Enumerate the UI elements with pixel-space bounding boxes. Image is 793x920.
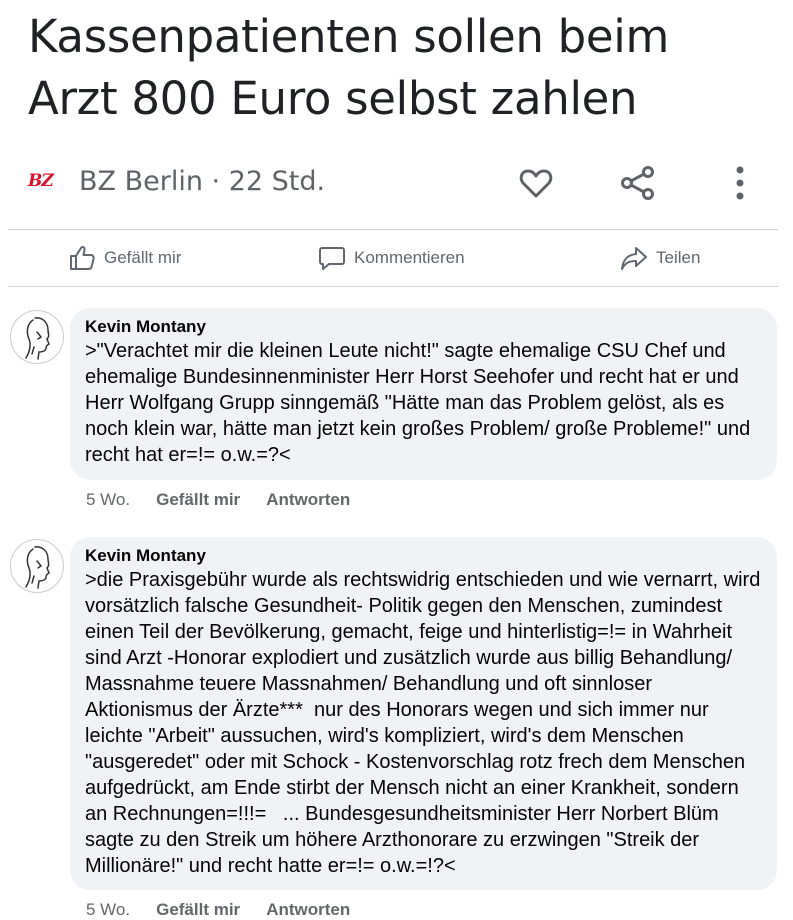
article-source-row: BZ BZ Berlin · 22 Std. (28, 163, 768, 205)
divider-bottom (8, 286, 778, 287)
comment-meta: 5 Wo. Gefällt mir Antworten (86, 900, 376, 920)
share-arrow-icon (621, 247, 647, 270)
avatar[interactable] (10, 310, 64, 364)
share-icon[interactable] (618, 163, 658, 203)
comment-bubble: Kevin Montany >"Verachtet mir die kleine… (70, 308, 777, 480)
comment-meta: 5 Wo. Gefällt mir Antworten (86, 490, 376, 510)
comment-reply-button[interactable]: Antworten (266, 490, 350, 510)
heart-icon[interactable] (516, 163, 556, 203)
avatar[interactable] (10, 539, 64, 593)
share-button[interactable]: Teilen (620, 244, 700, 272)
comment-bubble-icon (319, 247, 345, 270)
comment-like-button[interactable]: Gefällt mir (156, 900, 240, 920)
source-meta[interactable]: BZ Berlin · 22 Std. (79, 166, 325, 197)
thumbs-up-icon (70, 245, 95, 270)
comment-time[interactable]: 5 Wo. (86, 900, 130, 920)
post-action-bar: Gefällt mir Kommentieren Teilen (0, 232, 793, 284)
article-headline[interactable]: Kassenpatienten sollen beim Arzt 800 Eur… (28, 6, 768, 130)
face-sketch-icon (25, 546, 50, 589)
share-label: Teilen (656, 248, 701, 267)
comment-like-button[interactable]: Gefällt mir (156, 490, 240, 510)
divider-top (8, 229, 778, 230)
comment-text: >"Verachtet mir die kleinen Leute nicht!… (85, 340, 756, 466)
bz-logo: BZ (28, 171, 54, 191)
comment-time[interactable]: 5 Wo. (86, 490, 130, 510)
like-label: Gefällt mir (104, 248, 182, 267)
comment-author[interactable]: Kevin Montany (85, 316, 762, 338)
comment-author[interactable]: Kevin Montany (85, 545, 762, 567)
comment-bubble: Kevin Montany >die Praxisgebühr wurde al… (70, 537, 777, 890)
comment-label: Kommentieren (354, 248, 465, 267)
comment-reply-button[interactable]: Antworten (266, 900, 350, 920)
comment-text: >die Praxisgebühr wurde als rechtswidrig… (85, 569, 766, 877)
like-button[interactable]: Gefällt mir (68, 244, 181, 272)
more-vert-icon[interactable] (720, 163, 760, 203)
comment-button[interactable]: Kommentieren (318, 244, 465, 272)
face-sketch-icon (25, 317, 50, 360)
